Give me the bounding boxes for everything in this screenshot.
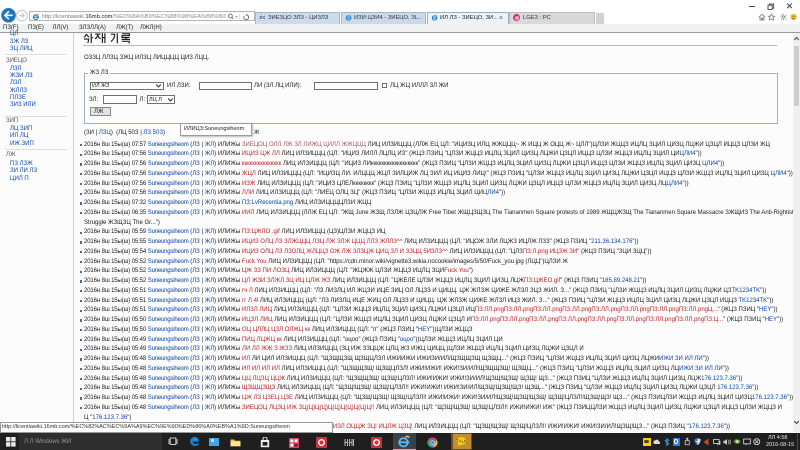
svg-text:TALK: TALK: [456, 439, 467, 444]
